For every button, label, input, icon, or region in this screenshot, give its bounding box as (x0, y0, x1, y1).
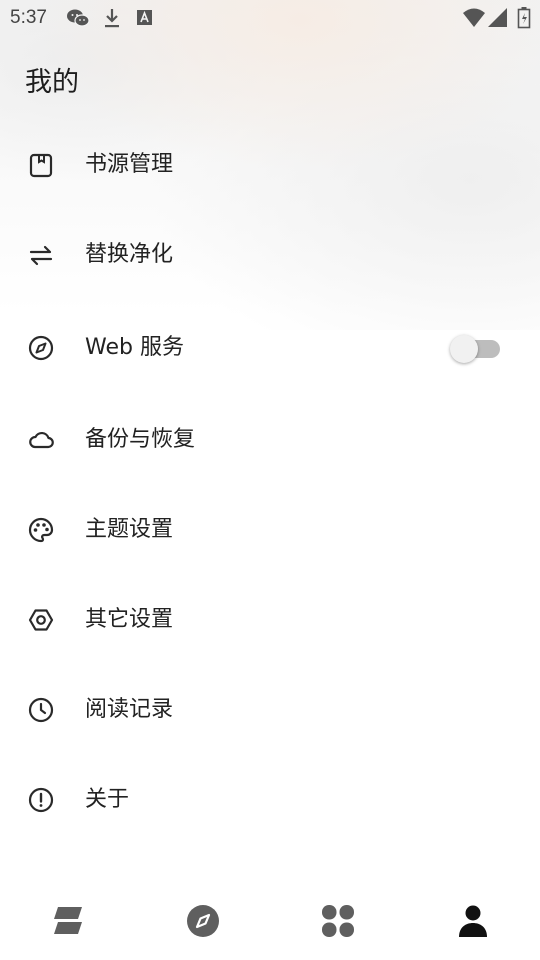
nav-rss[interactable] (270, 882, 405, 960)
menu-item-theme-settings[interactable]: 主题设置 (0, 490, 540, 570)
compass-icon (27, 334, 55, 362)
menu-item-label: Web 服务 (85, 335, 184, 360)
menu-item-web-service[interactable]: Web 服务 (0, 308, 540, 388)
web-service-toggle[interactable] (450, 335, 502, 363)
clock-icon (27, 696, 55, 724)
menu-item-backup-restore[interactable]: 备份与恢复 (0, 400, 540, 480)
toggle-thumb (450, 335, 478, 363)
menu-item-label: 阅读记录 (85, 697, 174, 722)
wechat-icon (66, 7, 90, 29)
swap-arrows-icon (27, 241, 55, 269)
page-title: 我的 (25, 67, 79, 98)
explore-compass-icon (186, 905, 219, 937)
person-icon (458, 905, 487, 937)
rss-grid-icon (321, 905, 354, 937)
menu-item-label: 书源管理 (85, 152, 174, 177)
nav-bookshelf[interactable] (0, 882, 135, 960)
menu-item-book-source[interactable]: 书源管理 (0, 125, 540, 205)
menu-item-replace-purify[interactable]: 替换净化 (0, 215, 540, 295)
palette-icon (27, 516, 55, 544)
status-time: 5:37 (10, 7, 47, 28)
cloud-icon (27, 426, 55, 454)
menu-item-about[interactable]: 关于 (0, 760, 540, 840)
cellular-signal-icon (488, 7, 508, 29)
hexagon-settings-icon (27, 606, 55, 634)
info-alert-icon (27, 786, 55, 814)
menu-item-label: 替换净化 (85, 242, 174, 267)
bookshelf-icon (53, 907, 82, 934)
status-bar: 5:37 (0, 0, 540, 36)
battery-icon (517, 7, 531, 29)
menu-item-label: 主题设置 (85, 517, 174, 542)
menu-item-reading-history[interactable]: 阅读记录 (0, 670, 540, 750)
a-letter-notification-icon (136, 7, 154, 29)
nav-my[interactable] (405, 882, 540, 960)
bottom-navigation (0, 882, 540, 960)
menu-item-label: 其它设置 (85, 607, 174, 632)
download-icon (102, 7, 122, 29)
menu-item-label: 关于 (85, 787, 130, 812)
book-source-icon (27, 151, 55, 179)
nav-explore[interactable] (135, 882, 270, 960)
menu-item-other-settings[interactable]: 其它设置 (0, 580, 540, 660)
wifi-icon (462, 7, 486, 29)
menu-item-label: 备份与恢复 (85, 427, 196, 452)
